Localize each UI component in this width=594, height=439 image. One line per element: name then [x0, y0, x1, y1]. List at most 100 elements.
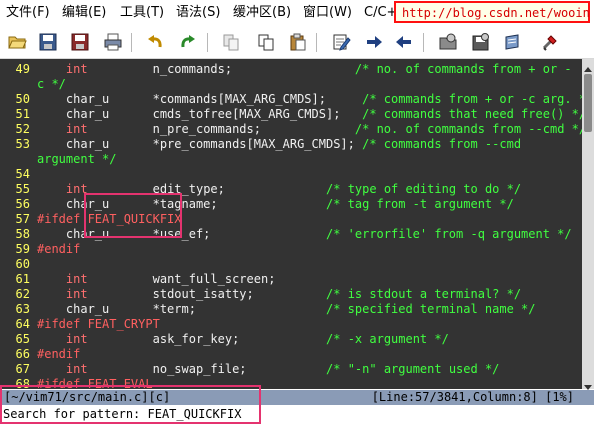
- code-line: 60: [0, 257, 582, 272]
- code-line: 53 char_u *pre_commands[MAX_ARG_CMDS]; /…: [0, 137, 582, 152]
- code-token: argument */: [37, 152, 117, 166]
- toolbar-separator: [423, 33, 424, 52]
- editor-area[interactable]: 49 int n_commands; /* no. of commands fr…: [0, 59, 582, 389]
- code-token: /* is stdout a terminal? */: [326, 287, 522, 301]
- code-token: /* tag from -t argument */: [325, 197, 514, 211]
- code-line: 57 #ifdef FEAT_QUICKFIX: [0, 212, 582, 227]
- make-icon[interactable]: [540, 32, 560, 52]
- line-number: 51: [15, 107, 30, 121]
- line-number: 60: [15, 257, 30, 271]
- code-line: 51 char_u cmds_tofree[MAX_ARG_CMDS]; /* …: [0, 107, 582, 122]
- code-text: #ifdef FEAT_EVAL: [37, 377, 153, 389]
- menu-file[interactable]: 文件(F): [6, 4, 50, 22]
- code-token: int: [65, 122, 88, 136]
- save-icon[interactable]: [38, 32, 58, 52]
- code-text: #endif: [37, 347, 80, 362]
- paste-icon[interactable]: [288, 32, 308, 52]
- status-line: [~/vim71/src/main.c][c] [Line:57/3841,Co…: [0, 390, 594, 405]
- code-token: n_commands;: [87, 62, 355, 76]
- code-token: /* 'errorfile' from -q argument */: [325, 227, 572, 241]
- menu-tools[interactable]: 工具(T): [120, 4, 164, 22]
- code-text: #endif: [37, 242, 80, 257]
- code-text: argument */: [37, 152, 116, 167]
- code-token: char_u *tagname;: [37, 197, 326, 211]
- line-number: 55: [15, 182, 30, 196]
- print-icon[interactable]: [103, 32, 123, 52]
- scroll-up-arrow-icon[interactable]: [583, 60, 593, 72]
- load-session-icon[interactable]: [438, 32, 458, 52]
- line-number: 57: [15, 212, 30, 226]
- menu-cpp[interactable]: C/C+: [364, 4, 397, 22]
- code-line: 55 int edit_type; /* type of editing to …: [0, 182, 582, 197]
- code-line: 63 char_u *term; /* specified terminal n…: [0, 302, 582, 317]
- code-text: char_u *pre_commands[MAX_ARG_CMDS]; /* c…: [37, 137, 521, 152]
- code-token: char_u *term;: [37, 302, 326, 316]
- code-token: /* commands from + or -c arg. */: [362, 92, 582, 106]
- code-line: 54: [0, 167, 582, 182]
- code-text: #ifdef FEAT_CRYPT: [37, 317, 160, 332]
- open-folder-icon[interactable]: [7, 32, 27, 52]
- run-script-icon[interactable]: [503, 32, 523, 52]
- code-token: char_u *use_ef;: [37, 227, 326, 241]
- line-number: 53: [15, 137, 30, 151]
- code-token: int: [65, 182, 88, 196]
- status-position: [Line:57/3841,Column:8] [1%]: [371, 390, 574, 404]
- code-line: 59 #endif: [0, 242, 582, 257]
- menu-syntax[interactable]: 语法(S): [176, 4, 220, 22]
- code-token: int: [65, 362, 88, 376]
- menu-buffers[interactable]: 缓冲区(B): [233, 4, 291, 22]
- save-session-icon[interactable]: [471, 32, 491, 52]
- menu-bar: 文件(F) 编辑(E) 工具(T) 语法(S) 缓冲区(B) 窗口(W) C/C…: [0, 0, 594, 26]
- toolbar-separator: [316, 33, 317, 52]
- watermark-url: http://blog.csdn.net/wooin: [402, 6, 590, 20]
- code-line: 66 #endif: [0, 347, 582, 362]
- line-number: 68: [15, 377, 30, 389]
- command-line[interactable]: Search for pattern: FEAT_QUICKFIX: [0, 405, 594, 424]
- cut-icon[interactable]: [221, 32, 241, 52]
- line-number: 49: [15, 62, 30, 76]
- code-token: c */: [37, 77, 66, 91]
- code-token: char_u *commands[MAX_ARG_CMDS];: [37, 92, 363, 106]
- code-line: 62 int stdout_isatty; /* is stdout a ter…: [0, 287, 582, 302]
- line-number: 58: [15, 227, 30, 241]
- undo-icon[interactable]: [145, 32, 165, 52]
- menu-edit[interactable]: 编辑(E): [62, 4, 106, 22]
- code-line: 68 #ifdef FEAT_EVAL: [0, 377, 582, 389]
- code-line: 61 int want_full_screen;: [0, 272, 582, 287]
- code-line: 58 char_u *use_ef; /* 'errorfile' from -…: [0, 227, 582, 242]
- line-number: 67: [15, 362, 30, 376]
- code-text: char_u *term; /* specified terminal name…: [37, 302, 536, 317]
- save-all-icon[interactable]: [70, 32, 90, 52]
- scroll-down-arrow-icon[interactable]: [583, 377, 593, 390]
- copy-icon[interactable]: [256, 32, 276, 52]
- code-token: /* -x argument */: [326, 332, 449, 346]
- code-token: stdout_isatty;: [87, 287, 327, 301]
- line-number: 52: [15, 122, 30, 136]
- code-token: /* no. of commands from --cmd */: [354, 122, 582, 136]
- code-line: 56 char_u *tagname; /* tag from -t argum…: [0, 197, 582, 212]
- code-text: char_u cmds_tofree[MAX_ARG_CMDS]; /* com…: [37, 107, 582, 122]
- code-line: argument */: [0, 152, 582, 167]
- menu-window[interactable]: 窗口(W): [303, 4, 352, 22]
- line-number: 59: [15, 242, 30, 256]
- scrollbar-thumb[interactable]: [584, 74, 592, 132]
- code-token: ask_for_key;: [87, 332, 327, 346]
- code-token: int: [65, 332, 88, 346]
- line-number: 66: [15, 347, 30, 361]
- code-token: #endif: [37, 347, 81, 361]
- line-number: 65: [15, 332, 30, 346]
- code-text: int ask_for_key; /* -x argument */: [37, 332, 449, 347]
- find-replace-icon[interactable]: [331, 32, 351, 52]
- vertical-scrollbar[interactable]: [582, 59, 594, 390]
- code-text: int edit_type; /* type of editing to do …: [37, 182, 521, 197]
- code-text: char_u *tagname; /* tag from -t argument…: [37, 197, 514, 212]
- find-next-icon[interactable]: [364, 32, 384, 52]
- code-token: want_full_screen;: [87, 272, 276, 286]
- line-number: 56: [15, 197, 30, 211]
- find-prev-icon[interactable]: [394, 32, 414, 52]
- redo-icon[interactable]: [178, 32, 198, 52]
- code-line: 49 int n_commands; /* no. of commands fr…: [0, 62, 582, 77]
